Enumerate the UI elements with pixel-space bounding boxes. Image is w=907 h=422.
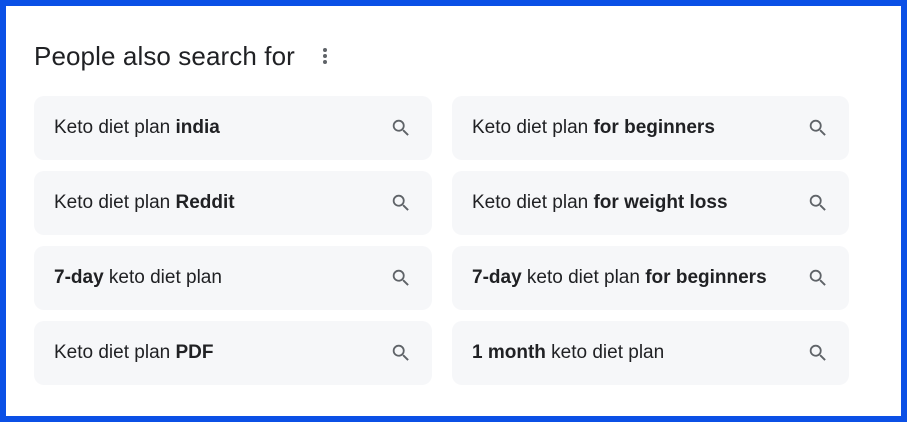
search-icon	[809, 344, 826, 361]
suggestion-chip[interactable]: Keto diet plan PDF	[34, 321, 432, 385]
suggestion-text-part: Keto diet plan	[472, 192, 594, 213]
suggestion-text: Keto diet plan for beginners	[472, 117, 715, 139]
section-title: People also search for	[34, 40, 295, 71]
suggestion-text-bold: 1 month	[472, 342, 546, 363]
suggestion-text-part: keto diet plan	[521, 267, 646, 288]
suggestion-text-bold: for beginners	[645, 267, 767, 288]
suggestion-chip[interactable]: 7-day keto diet plan	[34, 246, 432, 310]
suggestion-text-bold: india	[175, 117, 220, 138]
suggestions-grid: Keto diet plan india Keto diet plan for b…	[34, 96, 849, 385]
suggestion-chip[interactable]: Keto diet plan Reddit	[34, 171, 432, 235]
suggestion-text: Keto diet plan for weight loss	[472, 192, 728, 214]
more-vert-icon	[322, 48, 327, 64]
suggestion-text-bold: 7-day	[54, 267, 104, 288]
suggestion-chip[interactable]: 7-day keto diet plan for beginners	[452, 246, 849, 310]
suggestion-text: Keto diet plan PDF	[54, 342, 213, 364]
suggestion-text-bold: PDF	[175, 342, 214, 363]
suggestion-text-part: keto diet plan	[545, 342, 665, 363]
suggestion-text-part: Keto diet plan	[54, 342, 176, 363]
section-header: People also search for	[34, 36, 335, 76]
suggestion-chip[interactable]: Keto diet plan for beginners	[452, 96, 849, 160]
search-icon	[809, 194, 826, 211]
suggestion-text: Keto diet plan Reddit	[54, 192, 235, 214]
suggestion-chip[interactable]: 1 month keto diet plan	[452, 321, 849, 385]
suggestion-text: Keto diet plan india	[54, 117, 220, 139]
more-options-button[interactable]	[315, 41, 335, 71]
suggestion-text-part: Keto diet plan	[54, 117, 176, 138]
suggestion-text-bold: for beginners	[593, 117, 715, 138]
suggestion-text: 7-day keto diet plan	[54, 267, 222, 289]
suggestion-text-part: keto diet plan	[103, 267, 222, 288]
suggestion-text-bold: Reddit	[175, 192, 235, 213]
search-icon	[392, 269, 409, 286]
search-icon	[392, 119, 409, 136]
search-icon	[809, 119, 826, 136]
suggestion-chip[interactable]: Keto diet plan india	[34, 96, 432, 160]
suggestion-text-bold: for weight loss	[593, 192, 728, 213]
search-icon	[392, 194, 409, 211]
suggestion-chip[interactable]: Keto diet plan for weight loss	[452, 171, 849, 235]
suggestion-text-part: Keto diet plan	[54, 192, 176, 213]
suggestion-text: 1 month keto diet plan	[472, 342, 664, 364]
search-icon	[809, 269, 826, 286]
suggestion-text: 7-day keto diet plan for beginners	[472, 267, 767, 289]
suggestion-text-part: Keto diet plan	[472, 117, 594, 138]
search-icon	[392, 344, 409, 361]
suggestion-text-bold: 7-day	[472, 267, 522, 288]
